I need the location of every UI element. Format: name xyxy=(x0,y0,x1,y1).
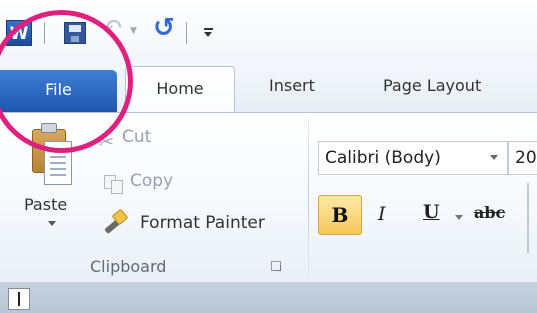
toolbar-separator xyxy=(44,22,45,44)
font-name-dropdown-icon[interactable] xyxy=(490,155,498,160)
group-divider xyxy=(527,183,529,253)
ribbon-panel: Paste ✂ Cut Copy Format Painter Clipboar… xyxy=(0,112,537,282)
paste-dropdown-icon[interactable] xyxy=(48,221,56,226)
word-app-icon[interactable]: W xyxy=(6,20,32,46)
toolbar-separator xyxy=(186,22,187,44)
underline-button[interactable]: U xyxy=(423,201,440,223)
group-divider xyxy=(308,119,309,277)
document-area-top xyxy=(0,282,537,313)
format-painter-icon[interactable] xyxy=(100,208,130,239)
font-size-combobox[interactable]: 20 xyxy=(508,141,537,175)
paste-icon xyxy=(32,123,78,187)
font-name-combobox[interactable]: Calibri (Body) xyxy=(318,141,508,175)
copy-icon[interactable] xyxy=(104,175,126,195)
italic-button[interactable]: I xyxy=(378,203,386,225)
format-painter-button[interactable]: Format Painter xyxy=(140,213,265,233)
bold-button[interactable]: B xyxy=(318,195,362,235)
undo-dropdown-icon[interactable]: ▼ xyxy=(130,26,137,36)
strikethrough-button[interactable]: abc xyxy=(474,203,505,222)
copy-button[interactable]: Copy xyxy=(130,171,173,191)
tab-file[interactable]: File xyxy=(0,70,117,113)
undo-icon[interactable]: ↶ xyxy=(102,16,122,40)
dialog-launcher-icon[interactable] xyxy=(271,261,281,271)
tab-insert[interactable]: Insert xyxy=(269,76,315,95)
quick-access-toolbar: W ↶ ▼ ↺ xyxy=(0,0,537,60)
tab-selector-icon[interactable] xyxy=(8,288,30,310)
save-icon[interactable] xyxy=(64,22,86,44)
underline-dropdown-icon[interactable] xyxy=(455,215,463,220)
tab-home[interactable]: Home xyxy=(125,66,235,114)
cut-button[interactable]: Cut xyxy=(122,127,151,147)
repeat-icon[interactable]: ↺ xyxy=(153,15,175,41)
paste-label: Paste xyxy=(24,195,68,214)
ribbon-tabs: File Home Insert Page Layout xyxy=(0,60,537,114)
scissors-icon[interactable]: ✂ xyxy=(98,131,114,153)
tab-page-layout[interactable]: Page Layout xyxy=(383,76,481,95)
clipboard-group-label: Clipboard xyxy=(90,257,167,276)
customize-toolbar-icon[interactable] xyxy=(201,21,215,41)
